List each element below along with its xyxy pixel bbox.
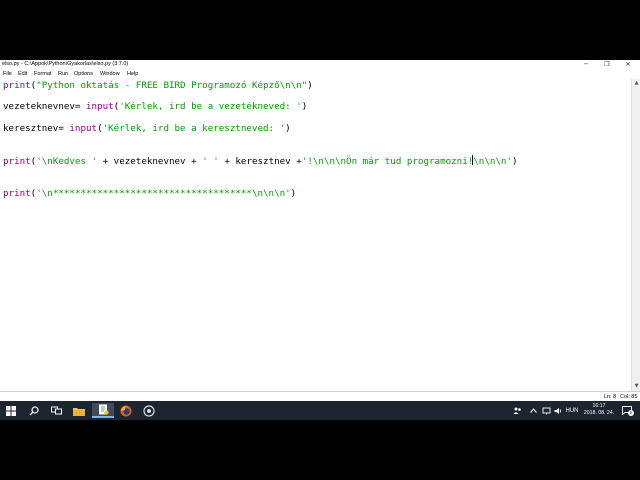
menu-edit[interactable]: Edit [18, 71, 27, 77]
status-bar: Ln: 8 Col: 85 [0, 391, 640, 401]
clock[interactable]: 16:17 2018. 08. 24. [582, 403, 616, 417]
menu-run[interactable]: Run [58, 71, 68, 77]
menu-window[interactable]: Window [100, 71, 120, 77]
line-indicator: Ln: 8 [604, 394, 617, 400]
code-paren: ) [285, 123, 291, 134]
task-view-icon[interactable] [45, 403, 67, 418]
code-keyword: print [3, 156, 31, 167]
clock-time: 16:17 [592, 403, 606, 409]
scroll-down-icon[interactable]: ▼ [633, 383, 640, 390]
file-explorer-icon[interactable] [68, 403, 90, 418]
volume-icon[interactable] [552, 401, 564, 420]
code-line-4: print('\nKedves ' + vezeteknevnev + ' ' … [3, 155, 518, 167]
people-icon[interactable] [510, 401, 524, 420]
column-indicator: Col: 85 [620, 394, 638, 400]
menu-file[interactable]: File [3, 71, 12, 77]
code-text: vezeteknevnev= [3, 101, 86, 112]
code-string: '\nKedves ' [36, 156, 98, 167]
code-line-1: print("Python oktatás - FREE BIRD Progra… [3, 80, 313, 91]
window-title: elso.py - C:\Appok\Python\Gyakorlas\elso… [2, 61, 129, 67]
code-keyword: print [3, 188, 31, 199]
firefox-icon[interactable] [115, 403, 137, 418]
code-text: + keresztnev + [218, 156, 302, 167]
code-line-2: vezeteknevnev= input('Kérlek, ird be a v… [3, 101, 307, 112]
notification-badge: 2 [628, 410, 634, 416]
code-string: '\n************************************\… [36, 188, 291, 199]
chevron-up-icon[interactable] [526, 401, 540, 420]
idle-editor-window: elso.py - C:\Appok\Python\Gyakorlas\elso… [0, 60, 640, 420]
code-text: keresztnev= [3, 123, 70, 134]
code-paren: ) [512, 156, 518, 167]
menu-format[interactable]: Format [34, 71, 51, 77]
taskbar: HUN 16:17 2018. 08. 24. 2 [0, 401, 640, 420]
code-paren: ) [301, 101, 308, 112]
code-paren: ) [307, 80, 313, 91]
code-keyword: input [69, 123, 98, 134]
notification-center-icon[interactable]: 2 [618, 401, 636, 420]
title-bar: elso.py - C:\Appok\Python\Gyakorlas\elso… [0, 60, 640, 70]
network-icon[interactable] [540, 401, 552, 420]
menu-options[interactable]: Options [74, 71, 93, 77]
menu-bar: File Edit Format Run Options Window Help [0, 70, 640, 79]
scroll-up-icon[interactable]: ▲ [633, 80, 640, 87]
code-string: \n\n\n' [473, 156, 512, 167]
menu-help[interactable]: Help [127, 71, 138, 77]
code-string: 'Kérlek, ird be a vezetékneved: ' [119, 101, 302, 112]
code-string: "Python oktatás - FREE BIRD Programozó K… [36, 80, 308, 91]
language-indicator[interactable]: HUN [564, 401, 580, 420]
search-icon[interactable] [23, 403, 45, 418]
close-button[interactable]: ✕ [618, 60, 638, 70]
code-string: ' ' [202, 156, 219, 167]
minimize-button[interactable]: ─ [576, 60, 596, 70]
windows-start-icon[interactable] [0, 403, 22, 418]
code-paren: ) [290, 188, 297, 199]
code-string: 'Kérlek, ird be a keresztneved: ' [102, 123, 286, 134]
maximize-button[interactable]: ❐ [597, 60, 617, 70]
code-line-5: print('\n*******************************… [3, 188, 296, 199]
code-string: '!\n\n\nÖn már tud programozni! [301, 156, 474, 167]
code-text: + vezeteknevnev + [97, 156, 203, 167]
code-editor[interactable]: print("Python oktatás - FREE BIRD Progra… [0, 79, 631, 391]
code-keyword: input [85, 101, 114, 112]
app-circle-icon[interactable] [138, 403, 160, 418]
clock-date: 2018. 08. 24. [583, 410, 615, 416]
code-line-3: keresztnev= input('Kérlek, ird be a kere… [3, 123, 291, 134]
python-idle-icon[interactable] [92, 403, 114, 418]
vertical-scrollbar[interactable]: ▲ ▼ [631, 79, 640, 391]
code-keyword: print [3, 80, 31, 91]
